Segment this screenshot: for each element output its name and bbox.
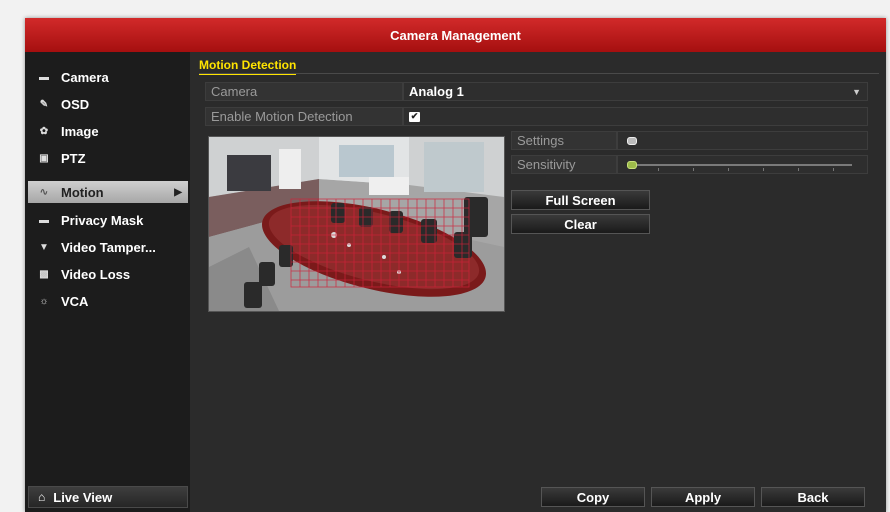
sidebar: ▬ Camera ✎ OSD ✿ Image ▣ PTZ ∿ Motion ▶ … (25, 52, 190, 512)
camera-select-value: Analog 1 (409, 84, 464, 99)
clear-button[interactable]: Clear (511, 214, 650, 234)
sidebar-item-label: PTZ (61, 150, 86, 166)
camera-management-window: Camera Management ▬ Camera ✎ OSD ✿ Image… (25, 18, 886, 512)
video-tamper-icon: ▼ (39, 241, 49, 253)
sidebar-item-privacy-mask[interactable]: ▬ Privacy Mask (28, 209, 188, 231)
sensitivity-label: Sensitivity (511, 155, 617, 174)
settings-slider[interactable] (617, 131, 868, 150)
sidebar-item-camera[interactable]: ▬ Camera (28, 66, 188, 88)
vca-icon: ☼ (39, 295, 49, 307)
camera-preview[interactable] (208, 136, 505, 312)
slider-tick (658, 168, 659, 171)
sidebar-item-label: Image (61, 123, 99, 139)
motion-icon: ∿ (39, 186, 49, 198)
sidebar-item-label: Privacy Mask (61, 212, 144, 228)
sidebar-item-video-tamper[interactable]: ▼ Video Tamper... (28, 236, 188, 258)
sidebar-item-label: Video Tamper... (61, 239, 156, 255)
back-button[interactable]: Back (761, 487, 865, 507)
slider-tick (693, 168, 694, 171)
sidebar-item-osd[interactable]: ✎ OSD (28, 93, 188, 115)
conference-room-image (209, 137, 504, 311)
slider-tick (728, 168, 729, 171)
chevron-down-icon: ▼ (852, 86, 861, 97)
sidebar-item-label: Video Loss (61, 266, 131, 282)
osd-icon: ✎ (39, 98, 49, 110)
camera-label: Camera (205, 82, 403, 101)
enable-motion-row: ✔ (403, 107, 868, 126)
video-loss-icon: ▩ (39, 268, 49, 280)
home-icon: ⌂ (38, 490, 46, 504)
sidebar-item-motion[interactable]: ∿ Motion ▶ (28, 181, 188, 203)
sensitivity-slider-knob[interactable] (627, 161, 637, 169)
sidebar-item-label: VCA (61, 293, 89, 309)
privacy-mask-icon: ▬ (39, 214, 49, 226)
settings-label: Settings (511, 131, 617, 150)
camera-icon: ▬ (39, 71, 49, 83)
slider-tick (763, 168, 764, 171)
sidebar-item-ptz[interactable]: ▣ PTZ (28, 147, 188, 169)
ptz-icon: ▣ (39, 152, 49, 164)
window-title: Camera Management (25, 18, 886, 52)
image-icon: ✿ (39, 125, 49, 137)
chevron-right-icon: ▶ (174, 186, 182, 198)
sidebar-item-label: Camera (61, 69, 109, 85)
sidebar-item-label: Motion (61, 184, 104, 200)
slider-tick (798, 168, 799, 171)
enable-motion-label: Enable Motion Detection (205, 107, 403, 126)
live-view-button[interactable]: ⌂ Live View (28, 486, 188, 508)
live-view-label: Live View (53, 489, 113, 505)
sidebar-item-video-loss[interactable]: ▩ Video Loss (28, 263, 188, 285)
camera-select[interactable]: Analog 1 ▼ (403, 82, 868, 101)
apply-button[interactable]: Apply (651, 487, 755, 507)
sensitivity-slider-track (627, 164, 852, 166)
sensitivity-slider[interactable] (617, 155, 868, 174)
sidebar-item-label: OSD (61, 96, 90, 112)
sidebar-item-vca[interactable]: ☼ VCA (28, 290, 188, 312)
tab-divider (199, 73, 879, 74)
full-screen-button[interactable]: Full Screen (511, 190, 650, 210)
slider-tick (833, 168, 834, 171)
enable-motion-checkbox[interactable]: ✔ (409, 111, 420, 122)
copy-button[interactable]: Copy (541, 487, 645, 507)
sidebar-item-image[interactable]: ✿ Image (28, 120, 188, 142)
settings-slider-knob[interactable] (627, 137, 637, 145)
